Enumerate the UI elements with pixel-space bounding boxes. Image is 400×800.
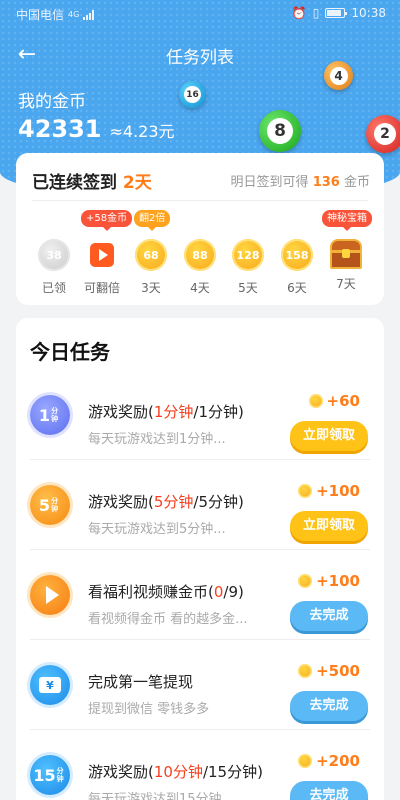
- mystery-chest-tag: 神秘宝箱: [322, 210, 372, 231]
- go-complete-button[interactable]: 去完成: [290, 601, 368, 631]
- daily-tasks-card: 今日任务 1 分钟 游戏奖励(1分钟/1分钟) 每天玩游戏达到1分钟... +60…: [16, 318, 384, 800]
- coin-amount: 42331: [18, 115, 102, 143]
- lottery-ball-number: 2: [374, 123, 396, 145]
- timer-15min-icon: 15 分钟: [30, 755, 70, 795]
- task-item: 看福利视频赚金币(0/9) 看视频得金币 看的越多金... +100 去完成: [16, 550, 384, 640]
- play-icon: [90, 243, 114, 267]
- play-video-icon: [30, 575, 70, 615]
- battery-icon: [325, 8, 348, 18]
- task-name: 完成第一笔提现: [88, 673, 194, 691]
- day-label: 4天: [190, 281, 210, 295]
- task-name: 看福利视频赚金币(0/9): [88, 583, 244, 601]
- task-item: 1 分钟 游戏奖励(1分钟/1分钟) 每天玩游戏达到1分钟... +60 立即领取: [16, 370, 384, 460]
- lottery-ball-number: 16: [184, 86, 201, 103]
- coin-yuan-value: ≈4.23元: [109, 122, 175, 141]
- go-complete-button[interactable]: 去完成: [290, 691, 368, 721]
- lottery-ball-4: 4: [324, 61, 353, 90]
- day-label: 6天: [287, 281, 307, 295]
- double-times-tag: 翻2倍: [134, 210, 171, 231]
- coin-disc: 128: [232, 239, 264, 271]
- task-reward: +60: [308, 392, 360, 410]
- timer-1min-icon: 1 分钟: [30, 395, 70, 435]
- checkin-hint: 明日签到可得 136 金币: [231, 171, 370, 190]
- checkin-day-3: 68 3天: [127, 239, 175, 296]
- task-description: 每天玩游戏达到1分钟...: [88, 432, 226, 447]
- checkin-title-prefix: 已连续签到: [32, 173, 117, 193]
- claim-button[interactable]: 立即领取: [290, 421, 368, 451]
- alarm-icon: ⏰: [291, 6, 307, 20]
- coin-icon: [298, 664, 313, 678]
- checkin-day-1: 38 已领: [30, 239, 78, 296]
- withdraw-icon: ¥: [30, 665, 70, 705]
- go-complete-button[interactable]: 去完成: [290, 781, 368, 800]
- day-label: 已领: [41, 281, 66, 295]
- lottery-ball-16: 16: [179, 81, 206, 108]
- day-label: 3天: [141, 281, 161, 295]
- task-item: 15 分钟 游戏奖励(10分钟/15分钟) 每天玩游戏达到15分钟... +200…: [16, 730, 384, 800]
- coin-disc: 88: [184, 239, 216, 271]
- checkin-hint-amount: 136: [312, 175, 340, 190]
- day-label: 7天: [336, 277, 356, 291]
- task-reward: +100: [298, 482, 360, 500]
- coin-icon: [298, 574, 313, 588]
- checkin-streak: 2天: [122, 173, 152, 193]
- task-reward: +200: [298, 752, 360, 770]
- carrier-label: 中国电信: [16, 8, 65, 22]
- checkin-card: 已连续签到 2天 明日签到可得 136 金币 +58金币 翻2倍 神秘宝箱 38…: [16, 153, 384, 305]
- task-description: 看视频得金币 看的越多金...: [88, 612, 248, 627]
- lottery-ball-number: 8: [267, 118, 293, 144]
- task-reward: +500: [298, 662, 360, 680]
- checkin-day-6: 158 6天: [273, 239, 321, 296]
- checkin-hint-prefix: 明日签到可得: [230, 175, 309, 190]
- tasks-title: 今日任务: [30, 340, 110, 364]
- checkin-day-5: 128 5天: [224, 239, 272, 296]
- network-label: 4G: [68, 10, 80, 19]
- claim-button[interactable]: 立即领取: [290, 511, 368, 541]
- treasure-chest-icon: [329, 239, 363, 269]
- checkin-hint-suffix: 金币: [343, 175, 370, 190]
- coin-icon: [298, 754, 313, 768]
- coin-icon: [308, 394, 323, 408]
- lottery-ball-2: 2: [366, 115, 400, 153]
- day-label: 5天: [238, 281, 258, 295]
- timer-5min-icon: 5 分钟: [30, 485, 70, 525]
- status-bar: 中国电信 4G ⏰ ▯ 10:38: [0, 0, 400, 28]
- checkin-day-7: 7天: [322, 239, 370, 292]
- task-item: ¥ 完成第一笔提现 提现到微信 零钱多多 +500 去完成: [16, 640, 384, 730]
- task-reward: +100: [298, 572, 360, 590]
- lottery-ball-8: 8: [259, 110, 301, 152]
- coin-label: 我的金币: [18, 92, 86, 112]
- task-name: 游戏奖励(1分钟/1分钟): [88, 403, 244, 421]
- signal-icon: [83, 9, 95, 20]
- task-description: 每天玩游戏达到5分钟...: [88, 522, 226, 537]
- clock: 10:38: [351, 6, 386, 20]
- coin-icon: [298, 484, 313, 498]
- task-name: 游戏奖励(10分钟/15分钟): [88, 763, 263, 781]
- task-description: 每天玩游戏达到15分钟...: [88, 792, 234, 800]
- coin-disc: 158: [281, 239, 313, 271]
- task-name: 游戏奖励(5分钟/5分钟): [88, 493, 244, 511]
- day-label: 可翻倍: [83, 281, 120, 295]
- task-description: 提现到微信 零钱多多: [88, 702, 210, 717]
- lottery-ball-number: 4: [329, 66, 348, 85]
- checkin-day-4: 88 4天: [176, 239, 224, 296]
- checkin-title: 已连续签到 2天: [32, 168, 152, 193]
- coin-balance: 42331 ≈4.23元: [18, 115, 175, 143]
- divider: [32, 200, 368, 201]
- checkin-day-2[interactable]: 可翻倍: [78, 239, 126, 296]
- coin-disc-claimed: 38: [38, 239, 70, 271]
- coin-disc: 68: [135, 239, 167, 271]
- double-coins-tag: +58金币: [81, 210, 133, 231]
- task-item: 5 分钟 游戏奖励(5分钟/5分钟) 每天玩游戏达到5分钟... +100 立即领…: [16, 460, 384, 550]
- vibrate-icon: ▯: [312, 6, 320, 20]
